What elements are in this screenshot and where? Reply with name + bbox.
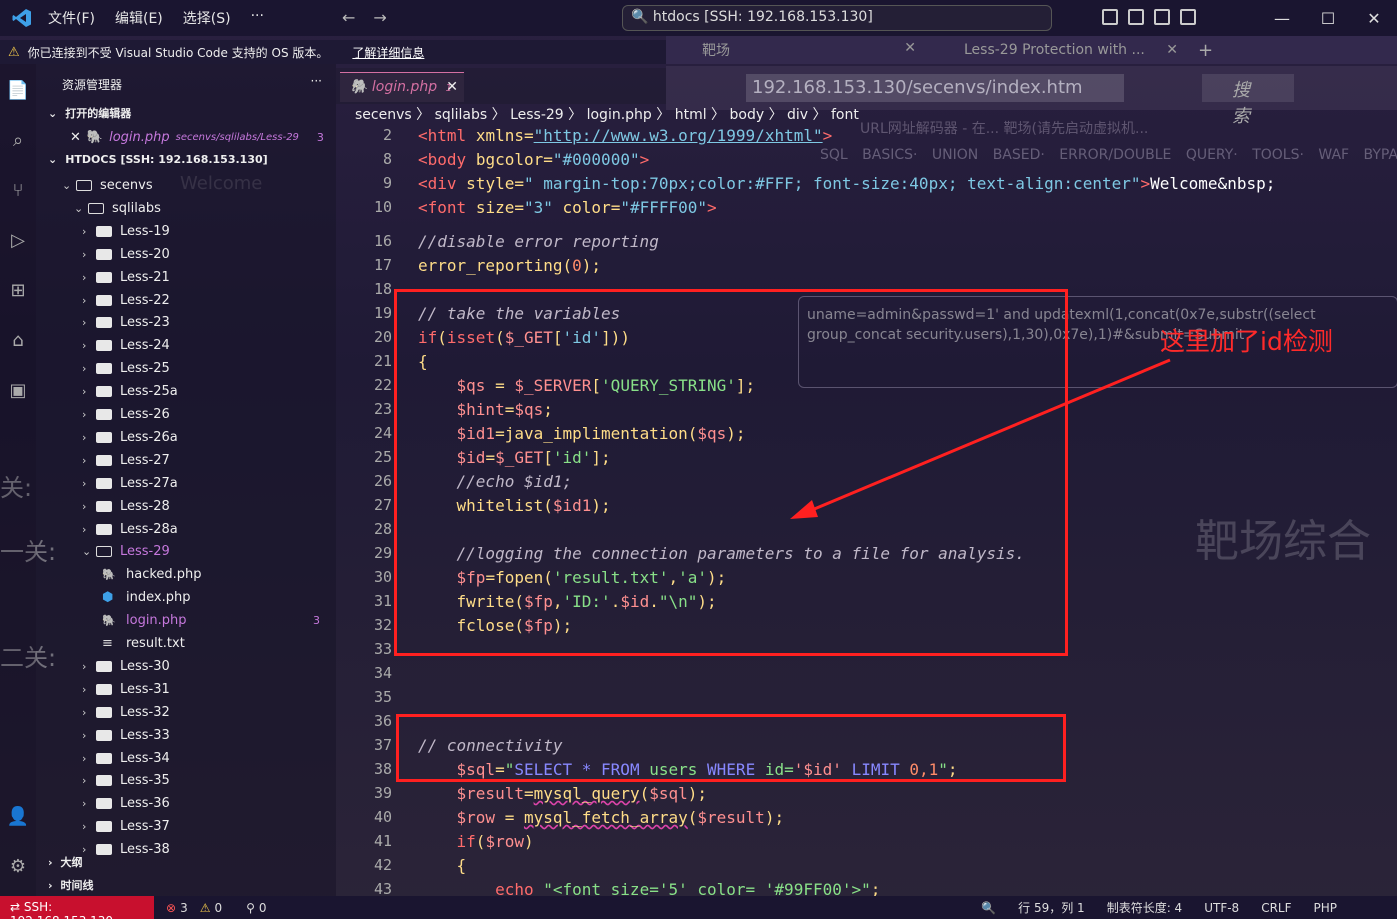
line-ending[interactable]: CRLF (1261, 901, 1291, 915)
annotation-arrow (790, 358, 1171, 519)
annotation-text: 这里加了id检测 (1160, 327, 1333, 356)
encoding[interactable]: UTF-8 (1204, 901, 1239, 915)
remote-indicator[interactable]: ⇄ SSH: 192.168.153.130 (0, 896, 154, 919)
zoom-icon[interactable]: 🔍 (981, 901, 996, 915)
status-right: 🔍 行 59，列 1 制表符长度: 4 UTF-8 CRLF PHP (981, 896, 1337, 919)
remote-label: SSH: 192.168.153.130 (10, 900, 113, 919)
cursor-position[interactable]: 行 59，列 1 (1018, 899, 1085, 916)
language-mode[interactable]: PHP (1314, 901, 1338, 915)
ports-icon[interactable]: ⚲ (246, 901, 255, 915)
screen: Welcome 靶场综合 关: 一关: 二关: 文件(F) 编辑(E) 选择(S… (0, 0, 1397, 919)
warning-count: 0 (214, 900, 223, 915)
error-icon[interactable]: ⊗ (166, 901, 176, 915)
indentation[interactable]: 制表符长度: 4 (1107, 899, 1183, 916)
remote-icon: ⇄ (10, 900, 24, 914)
status-bar: ⇄ SSH: 192.168.153.130 ⊗ 3 ⚠ 0 ⚲ 0 🔍 行 5… (0, 896, 1397, 919)
error-count: 3 (180, 900, 188, 915)
warning-icon[interactable]: ⚠ (200, 901, 211, 915)
ports-count: 0 (258, 900, 267, 915)
